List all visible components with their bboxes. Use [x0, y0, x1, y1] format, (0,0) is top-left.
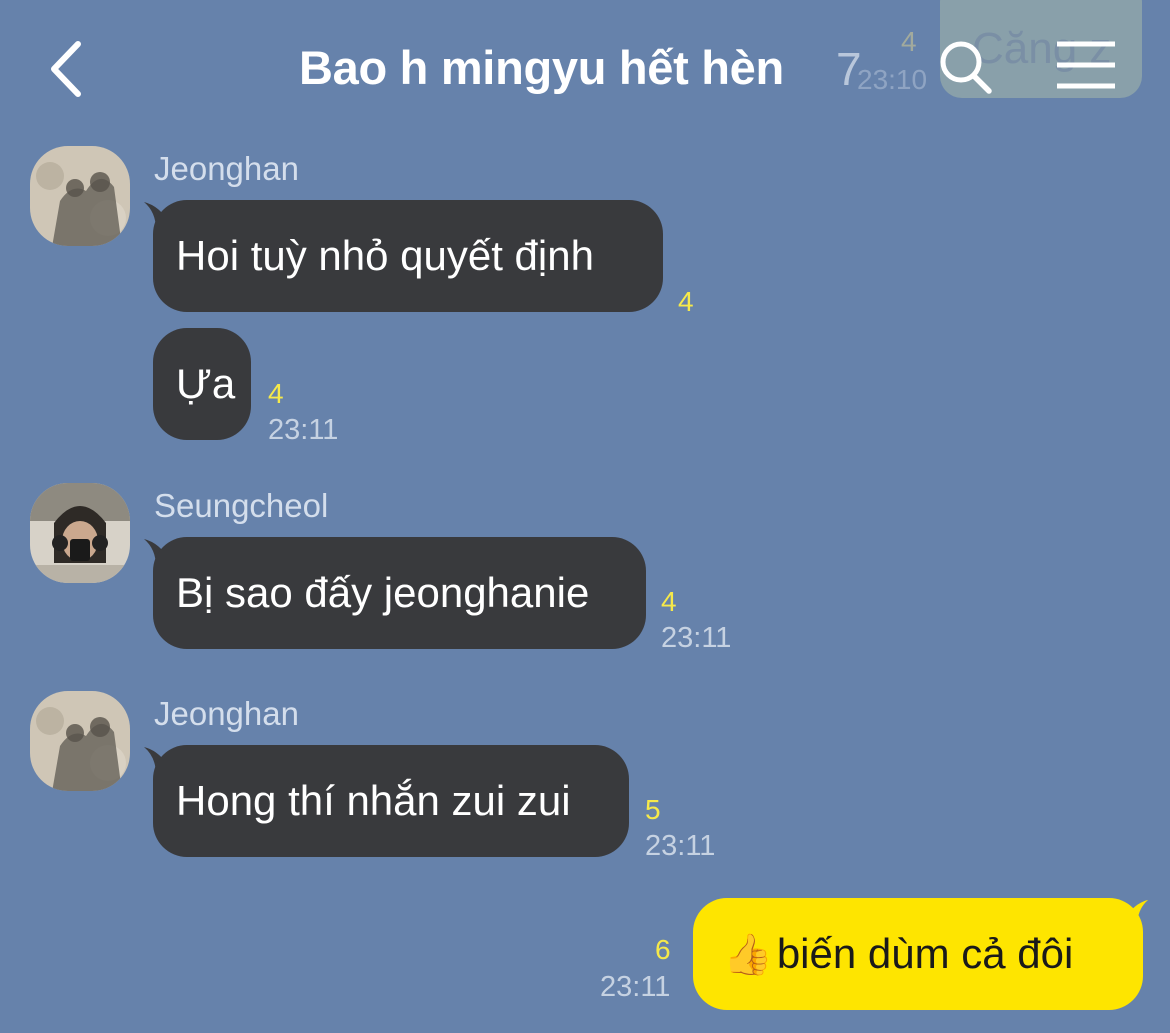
message-text: Hong thí nhắn zui zui	[176, 777, 571, 824]
message-bubble[interactable]: Hong thí nhắn zui zui	[153, 745, 629, 857]
message-text: Hoi tuỳ nhỏ quyết định	[176, 232, 594, 279]
sender-name: Seungcheol	[154, 487, 329, 524]
message-text: Bị sao đấy jeonghanie	[176, 569, 590, 616]
menu-button[interactable]	[1055, 40, 1117, 90]
unread-count: 4	[268, 378, 284, 409]
message-timestamp: 23:11	[645, 830, 716, 862]
sender-name: Jeonghan	[154, 695, 299, 732]
chat-title: Bao h mingyu hết hèn	[299, 41, 784, 94]
avatar-shadow-photo	[30, 691, 130, 791]
unread-count: 4	[661, 586, 677, 617]
message-bubble[interactable]: Bị sao đấy jeonghanie	[153, 537, 646, 649]
avatar-seungcheol[interactable]	[30, 483, 130, 583]
message-bubble[interactable]: Ựa	[153, 328, 251, 440]
search-icon	[940, 41, 992, 94]
back-button[interactable]	[44, 38, 94, 98]
search-button[interactable]	[938, 36, 994, 96]
message-text: biến dùm cả đôi	[776, 930, 1074, 977]
previous-unread-count: 4	[901, 26, 917, 57]
message-text: Ựa	[176, 360, 236, 407]
unread-count: 4	[678, 286, 694, 317]
message-timestamp: 23:11	[268, 414, 339, 446]
unread-count: 6	[655, 934, 671, 965]
unread-count: 5	[645, 794, 661, 825]
message-bubble[interactable]: Hoi tuỳ nhỏ quyết định	[153, 200, 663, 312]
thumbs-up-emoji: 👍	[723, 931, 773, 978]
message-timestamp: 23:11	[661, 622, 732, 654]
avatar-photo	[30, 483, 130, 583]
my-message-bubble[interactable]: 👍 biến dùm cả đôi	[693, 898, 1143, 1010]
avatar-jeonghan[interactable]	[30, 146, 130, 246]
message-timestamp: 23:11	[600, 971, 671, 1003]
chevron-left-icon	[51, 41, 81, 97]
member-count: 7	[836, 43, 862, 95]
previous-timestamp: 23:10	[857, 64, 928, 95]
avatar-jeonghan[interactable]	[30, 691, 130, 791]
sender-name: Jeonghan	[154, 150, 299, 187]
avatar-shadow-photo	[30, 146, 130, 246]
menu-icon	[1057, 41, 1115, 89]
